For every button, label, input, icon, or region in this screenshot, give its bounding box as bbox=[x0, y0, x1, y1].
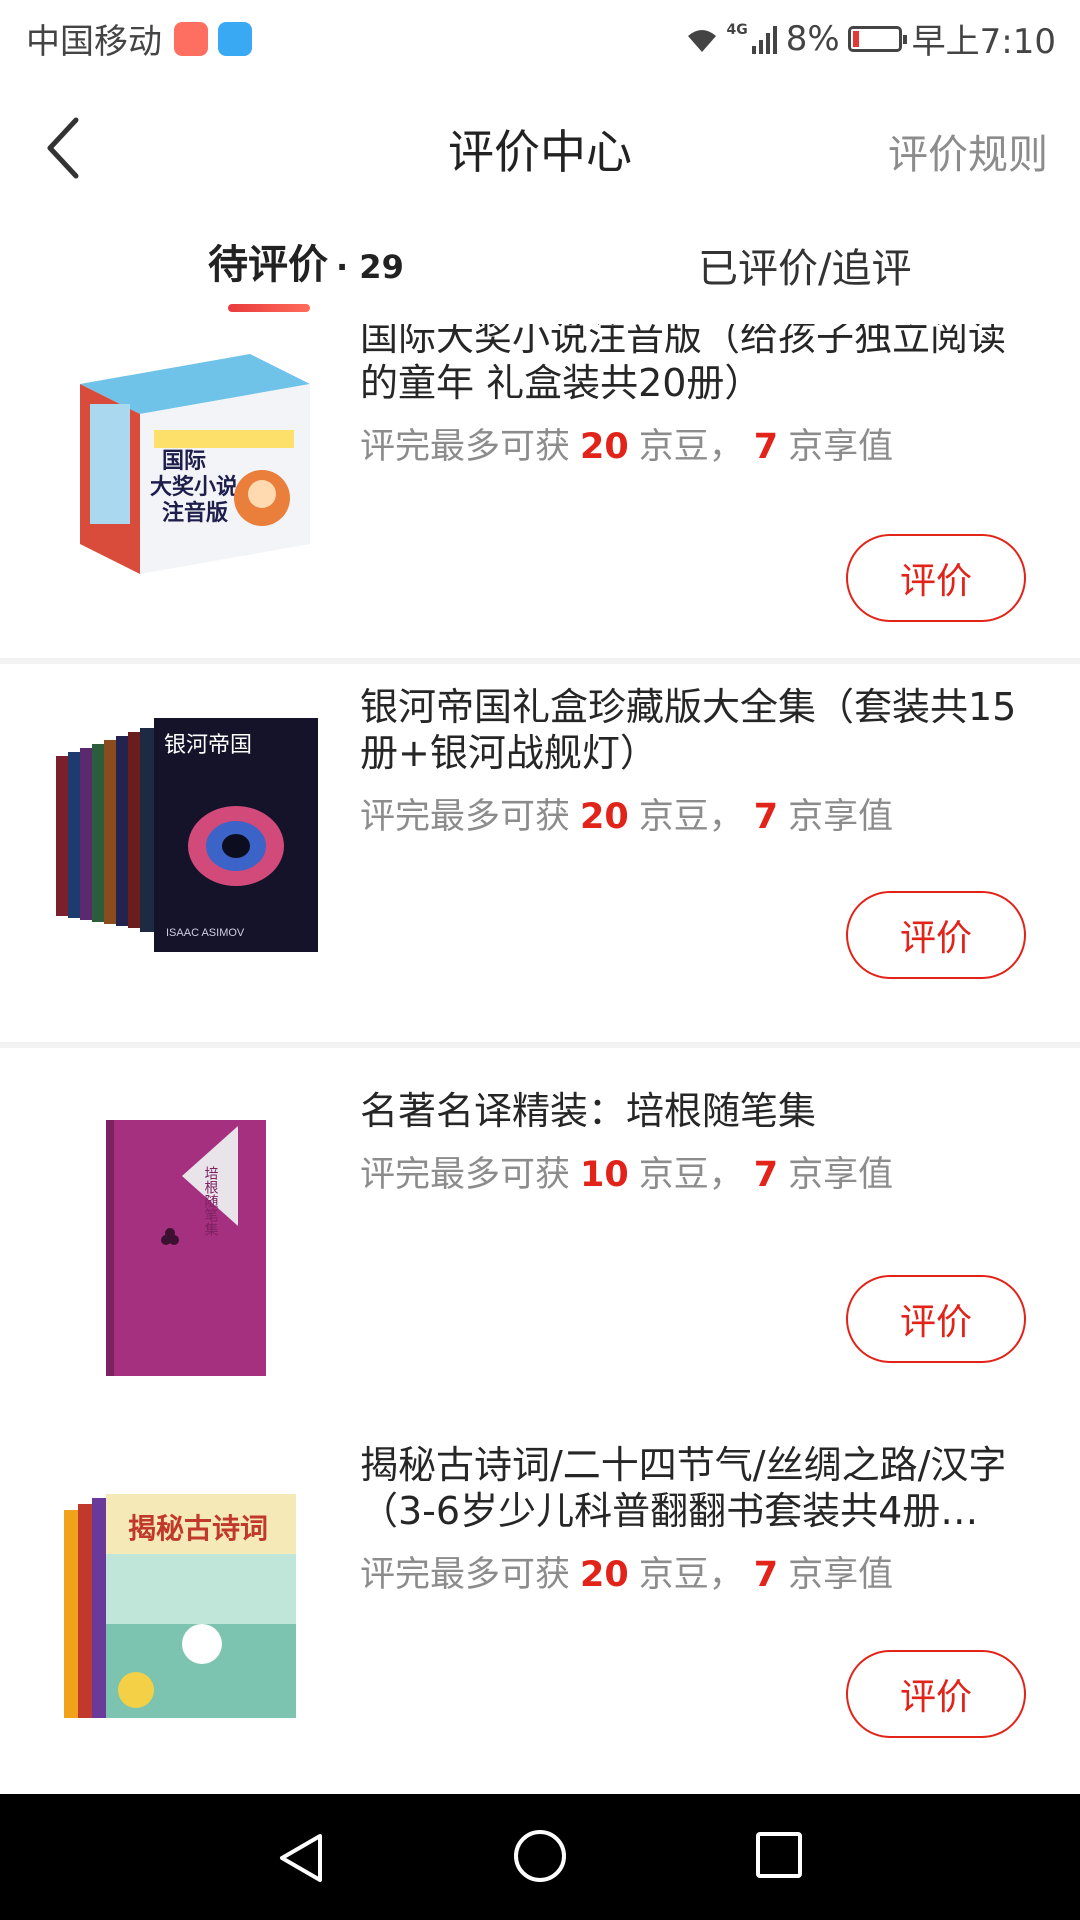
reward-prefix: 评完最多可获 bbox=[360, 427, 571, 467]
value-unit: 京享值 bbox=[788, 1155, 894, 1195]
wifi-icon bbox=[688, 29, 717, 52]
review-button[interactable]: 评价 bbox=[846, 1650, 1026, 1738]
review-button[interactable]: 评价 bbox=[846, 1275, 1026, 1363]
product-name[interactable]: 名著名译精装：培根随笔集 bbox=[360, 1088, 1040, 1134]
product-image[interactable]: 揭秘古诗词 bbox=[50, 1454, 330, 1754]
product-name[interactable]: 国际大奖小说注音版（给孩子独立阅读的童年 礼盒装共20册） bbox=[360, 324, 1040, 406]
product-image[interactable]: 银河帝国 ISAAC ASIMOV bbox=[50, 696, 330, 996]
tab-pending-review[interactable]: 待评价 · 29 bbox=[208, 232, 404, 290]
reward-prefix: 评完最多可获 bbox=[360, 797, 571, 837]
value-unit: 京享值 bbox=[788, 1555, 894, 1595]
reward-text: 评完最多可获 20 京豆， 7 京享值 bbox=[360, 788, 1040, 839]
tab-pending-count: · 29 bbox=[336, 248, 404, 286]
battery-percent: 8% bbox=[785, 18, 840, 59]
tab-bar: 待评价 · 29 已评价/追评 bbox=[0, 224, 1080, 324]
reward-prefix: 评完最多可获 bbox=[360, 1555, 571, 1595]
beans-unit: 京豆， bbox=[638, 797, 744, 837]
circle-home-icon[interactable] bbox=[514, 1830, 566, 1882]
beans-unit: 京豆， bbox=[638, 1555, 744, 1595]
product-card: 揭秘古诗词 揭秘古诗词/二十四节气/丝绸之路/汉字（3-6岁少儿科普翻翻书套装共… bbox=[0, 1422, 1080, 1794]
tab-pending-label: 待评价 bbox=[208, 242, 328, 288]
beans-amount: 20 bbox=[580, 427, 629, 467]
cover-title-line: 大奖小说 bbox=[150, 474, 238, 499]
value-unit: 京享值 bbox=[788, 797, 894, 837]
beans-amount: 20 bbox=[580, 797, 629, 837]
carrier-label: 中国移动 bbox=[26, 22, 162, 62]
tab-reviewed[interactable]: 已评价/追评 bbox=[698, 236, 911, 294]
beans-amount: 20 bbox=[580, 1555, 629, 1595]
value-amount: 7 bbox=[753, 1155, 779, 1195]
cover-title-line: 注音版 bbox=[162, 500, 228, 525]
product-info: 名著名译精装：培根随笔集 评完最多可获 10 京豆， 7 京享值 bbox=[360, 1088, 1040, 1197]
reward-text: 评完最多可获 20 京豆， 7 京享值 bbox=[360, 418, 1040, 469]
product-info: 国际大奖小说注音版（给孩子独立阅读的童年 礼盒装共20册） 评完最多可获 20 京豆… bbox=[360, 324, 1040, 469]
signal-icon bbox=[751, 25, 777, 54]
product-card: 培根随笔集 名著名译精装：培根随笔集 评完最多可获 10 京豆， 7 京享值 评价 bbox=[0, 1048, 1080, 1426]
review-button[interactable]: 评价 bbox=[846, 534, 1026, 622]
product-card: 国际 大奖小说 注音版 国际大奖小说注音版（给孩子独立阅读的童年 礼盒装共20册… bbox=[0, 324, 1080, 658]
value-unit: 京享值 bbox=[788, 427, 894, 467]
reward-prefix: 评完最多可获 bbox=[360, 1155, 571, 1195]
cover-title: 培根随笔集 bbox=[203, 1166, 219, 1236]
square-recent-icon[interactable] bbox=[756, 1832, 802, 1878]
product-name[interactable]: 银河帝国礼盒珍藏版大全集（套装共15册+银河战舰灯） bbox=[360, 684, 1040, 776]
system-navigation-bar bbox=[0, 1794, 1080, 1920]
product-image[interactable]: 培根随笔集 bbox=[50, 1080, 330, 1380]
rules-link[interactable]: 评价规则 bbox=[888, 122, 1048, 180]
cover-title: 银河帝国 bbox=[164, 732, 252, 757]
clock: 早上7:10 bbox=[911, 22, 1056, 62]
beans-amount: 10 bbox=[580, 1155, 629, 1195]
status-bar: 中国移动 4G 8% 早上7:10 bbox=[0, 0, 1080, 76]
battery-icon bbox=[847, 25, 907, 52]
reward-text: 评完最多可获 20 京豆， 7 京享值 bbox=[360, 1546, 1040, 1597]
product-card: 银河帝国 ISAAC ASIMOV 银河帝国礼盒珍藏版大全集（套装共15册+银河… bbox=[0, 664, 1080, 1042]
page-header: 评价中心 评价规则 bbox=[0, 76, 1080, 224]
triangle-back-icon[interactable] bbox=[276, 1832, 326, 1884]
product-info: 揭秘古诗词/二十四节气/丝绸之路/汉字（3-6岁少儿科普翻翻书套装共4册… 评完… bbox=[360, 1442, 1040, 1597]
value-amount: 7 bbox=[753, 427, 779, 467]
network-type-label: 4G bbox=[726, 21, 748, 38]
product-list[interactable]: 国际 大奖小说 注音版 国际大奖小说注音版（给孩子独立阅读的童年 礼盒装共20册… bbox=[0, 324, 1080, 1794]
book-spines bbox=[56, 728, 154, 932]
cover-author: ISAAC ASIMOV bbox=[166, 927, 245, 939]
status-right: 4G 8% 早上7:10 bbox=[684, 14, 1056, 63]
review-button[interactable]: 评价 bbox=[846, 891, 1026, 979]
value-amount: 7 bbox=[753, 797, 779, 837]
beans-unit: 京豆， bbox=[638, 427, 744, 467]
value-amount: 7 bbox=[753, 1555, 779, 1595]
beans-unit: 京豆， bbox=[638, 1155, 744, 1195]
cover-title-line: 国际 bbox=[162, 448, 206, 473]
shield-app-icon bbox=[218, 21, 252, 56]
active-tab-indicator bbox=[228, 304, 310, 312]
product-name[interactable]: 揭秘古诗词/二十四节气/丝绸之路/汉字（3-6岁少儿科普翻翻书套装共4册… bbox=[360, 1442, 1040, 1534]
status-left: 中国移动 bbox=[26, 14, 252, 63]
cover-title: 揭秘古诗词 bbox=[128, 1513, 268, 1544]
reward-text: 评完最多可获 10 京豆， 7 京享值 bbox=[360, 1146, 1040, 1197]
notification-app-icon bbox=[174, 21, 208, 56]
product-info: 银河帝国礼盒珍藏版大全集（套装共15册+银河战舰灯） 评完最多可获 20 京豆， 7 京… bbox=[360, 684, 1040, 839]
product-image[interactable]: 国际 大奖小说 注音版 bbox=[50, 344, 330, 644]
